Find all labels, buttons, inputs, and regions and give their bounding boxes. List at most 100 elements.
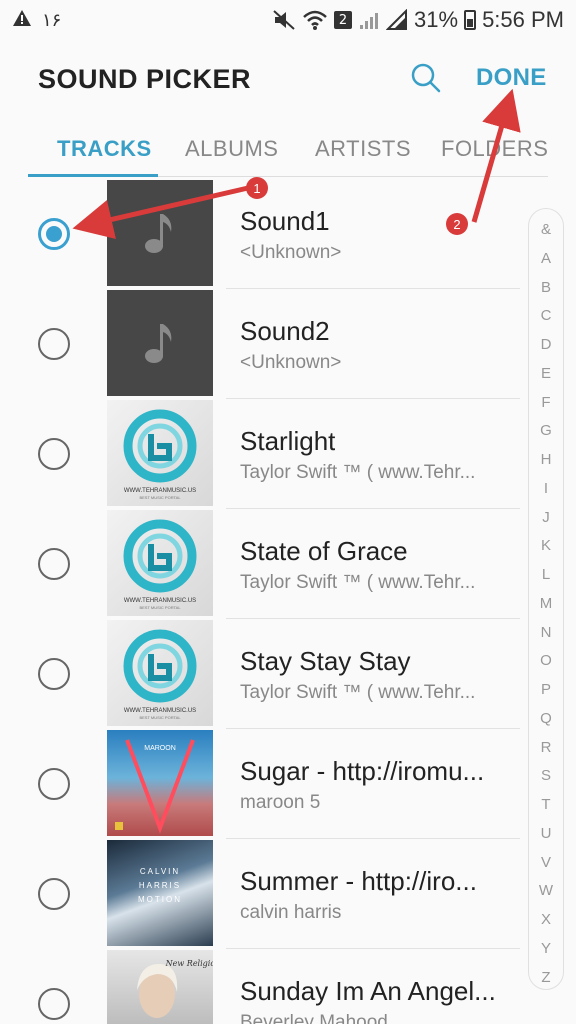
index-letter[interactable]: W [529,882,563,899]
index-letter[interactable]: O [529,652,563,669]
index-letter[interactable]: B [529,279,563,296]
index-letter[interactable]: I [529,480,563,497]
index-letter[interactable]: F [529,394,563,411]
status-right: 2 31% 5:56 PM [272,7,564,33]
index-letter[interactable]: A [529,250,563,267]
track-artist: calvin harris [240,902,342,923]
track-title: Sunday Im An Angel... [240,976,496,1006]
track-row[interactable]: CALVIN HARRIS MOTION Summer - http://iro… [0,840,520,950]
tab-folders[interactable]: FOLDERS [441,136,548,162]
svg-text:CALVIN: CALVIN [140,867,180,876]
svg-text:BEST MUSIC PORTAL: BEST MUSIC PORTAL [139,715,181,720]
index-letter[interactable]: T [529,796,563,813]
app-header: SOUND PICKER DONE [0,40,576,116]
album-art [107,180,213,286]
track-radio[interactable] [38,878,70,910]
track-row[interactable]: Sound1 <Unknown> [0,180,520,290]
row-divider [226,618,520,619]
index-letter[interactable]: S [529,767,563,784]
track-title: Sound1 [240,206,330,236]
index-letter[interactable]: G [529,422,563,439]
index-letter[interactable]: X [529,911,563,928]
album-art [107,290,213,396]
tab-active-indicator [28,174,158,177]
index-letter[interactable]: Z [529,969,563,986]
track-title: Starlight [240,426,336,456]
track-radio[interactable] [38,438,70,470]
tab-tracks[interactable]: TRACKS [57,136,152,162]
search-icon [411,63,441,93]
index-letter[interactable]: Q [529,710,563,727]
track-radio[interactable] [38,218,70,250]
svg-text:BEST MUSIC PORTAL: BEST MUSIC PORTAL [139,495,181,500]
svg-text:MAROON: MAROON [144,745,176,752]
status-left-number: ۱۶ [42,9,62,31]
index-letter[interactable]: C [529,307,563,324]
track-artist: <Unknown> [240,242,342,263]
index-letter[interactable]: & [529,221,563,238]
track-radio[interactable] [38,988,70,1020]
index-letter[interactable]: J [529,509,563,526]
warning-icon [12,7,32,33]
status-bar: ۱۶ 2 31% 5:56 PM [0,0,576,40]
tab-albums[interactable]: ALBUMS [185,136,278,162]
signal-icon [358,9,380,31]
track-title: Summer - http://iro... [240,866,477,896]
index-letter[interactable]: L [529,566,563,583]
track-radio[interactable] [38,328,70,360]
row-divider [226,508,520,509]
index-letter[interactable]: R [529,739,563,756]
search-button[interactable] [408,60,444,96]
album-art: MAROON [107,730,213,836]
tehranmusic-logo-icon: WWW.TEHRANMUSIC.US BEST MUSIC PORTAL [123,519,197,610]
tab-bar: TRACKS ALBUMS ARTISTS FOLDERS [0,126,576,180]
track-row[interactable]: Sound2 <Unknown> [0,290,520,400]
sim-badge: 2 [334,11,353,29]
track-title: Sugar - http://iromu... [240,756,485,786]
row-divider [226,838,520,839]
index-letter[interactable]: H [529,451,563,468]
track-artist: Taylor Swift ™ ( www.Tehr... [240,572,476,593]
track-radio[interactable] [38,548,70,580]
track-row[interactable]: WWW.TEHRANMUSIC.US BEST MUSIC PORTAL Sta… [0,510,520,620]
row-divider [226,948,520,949]
track-row[interactable]: WWW.TEHRANMUSIC.US BEST MUSIC PORTAL Sta… [0,620,520,730]
index-letter[interactable]: U [529,825,563,842]
track-radio[interactable] [38,658,70,690]
index-letter[interactable]: Y [529,940,563,957]
tehranmusic-logo-icon: WWW.TEHRANMUSIC.US BEST MUSIC PORTAL [123,629,197,720]
svg-text:WWW.TEHRANMUSIC.US: WWW.TEHRANMUSIC.US [124,488,196,494]
track-artist: Beverley Mahood [240,1012,388,1024]
alphabet-index[interactable]: & A B C D E F G H I J K L M N O P Q R S T U V W X Y Z [528,208,564,990]
track-radio[interactable] [38,768,70,800]
svg-text:New Religion: New Religion [165,959,213,968]
page-title: SOUND PICKER [38,64,252,94]
album-art: WWW.TEHRANMUSIC.US BEST MUSIC PORTAL [107,620,213,726]
track-row[interactable]: MAROON Sugar - http://iromu... maroon 5 [0,730,520,840]
album-art: CALVIN HARRIS MOTION [107,840,213,946]
index-letter[interactable]: V [529,854,563,871]
signal-icon-2 [386,9,408,31]
track-row[interactable]: New Religion Sunday Im An Angel... Bever… [0,950,520,1024]
index-letter[interactable]: P [529,681,563,698]
track-artist: <Unknown> [240,352,342,373]
track-artist: Taylor Swift ™ ( www.Tehr... [240,462,476,483]
tehranmusic-logo-icon: WWW.TEHRANMUSIC.US BEST MUSIC PORTAL [123,409,197,500]
clock: 5:56 PM [482,7,564,32]
svg-text:WWW.TEHRANMUSIC.US: WWW.TEHRANMUSIC.US [124,598,196,604]
index-letter[interactable]: E [529,365,563,382]
index-letter[interactable]: K [529,537,563,554]
index-letter[interactable]: N [529,624,563,641]
index-letter[interactable]: M [529,595,563,612]
music-note-icon [145,324,172,363]
tab-artists[interactable]: ARTISTS [315,136,411,162]
track-title: Sound2 [240,316,330,346]
svg-text:WWW.TEHRANMUSIC.US: WWW.TEHRANMUSIC.US [124,708,196,714]
index-letter[interactable]: D [529,336,563,353]
track-row[interactable]: WWW.TEHRANMUSIC.US BEST MUSIC PORTAL Sta… [0,400,520,510]
done-button[interactable]: DONE [476,64,547,92]
svg-text:BEST MUSIC PORTAL: BEST MUSIC PORTAL [139,605,181,610]
track-title: State of Grace [240,536,408,566]
row-divider [226,728,520,729]
wifi-icon [302,9,328,31]
